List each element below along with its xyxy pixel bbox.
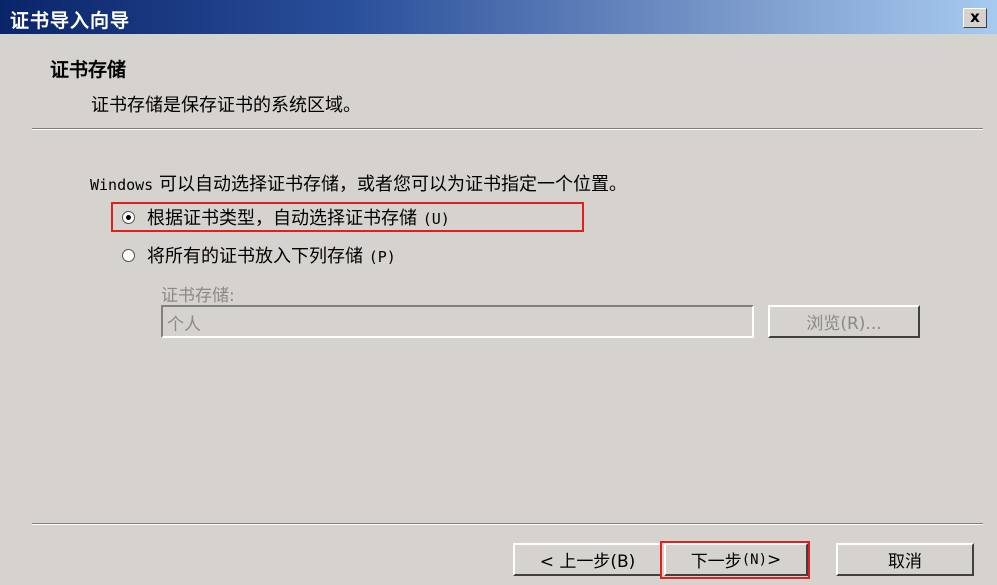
browse-button[interactable]: 浏览(R)... bbox=[768, 305, 920, 338]
intro-sentence: 可以自动选择证书存储，或者您可以为证书指定一个位置。 bbox=[153, 174, 627, 195]
intro-text: Windows 可以自动选择证书存储，或者您可以为证书指定一个位置。 bbox=[90, 170, 627, 196]
header-divider bbox=[32, 128, 983, 130]
intro-windows-word: Windows bbox=[90, 176, 154, 194]
title-bar[interactable]: 证书导入向导 x bbox=[0, 0, 997, 34]
radio-manual-store-text: 将所有的证书放入下列存储 bbox=[147, 246, 363, 267]
radio-manual-store-indicator[interactable] bbox=[122, 248, 135, 262]
radio-manual-store-accelerator: (P) bbox=[368, 248, 396, 266]
annotation-next-highlight bbox=[660, 541, 810, 579]
window-title: 证书导入向导 bbox=[10, 10, 131, 32]
page-description: 证书存储是保存证书的系统区域。 bbox=[91, 95, 361, 116]
close-icon: x bbox=[970, 8, 980, 26]
store-field-label: 证书存储: bbox=[161, 286, 235, 306]
back-button[interactable]: < 上一步(B) bbox=[513, 543, 662, 576]
cancel-button[interactable]: 取消 bbox=[836, 543, 974, 576]
footer-divider bbox=[32, 523, 983, 525]
page-title: 证书存储 bbox=[50, 59, 127, 81]
radio-manual-store-label: 将所有的证书放入下列存储 (P) bbox=[147, 242, 396, 268]
store-field: 个人 bbox=[161, 305, 754, 338]
annotation-highlight-box bbox=[111, 202, 584, 232]
close-button[interactable]: x bbox=[963, 8, 987, 28]
radio-manual-store[interactable]: 将所有的证书放入下列存储 (P) bbox=[122, 242, 396, 268]
